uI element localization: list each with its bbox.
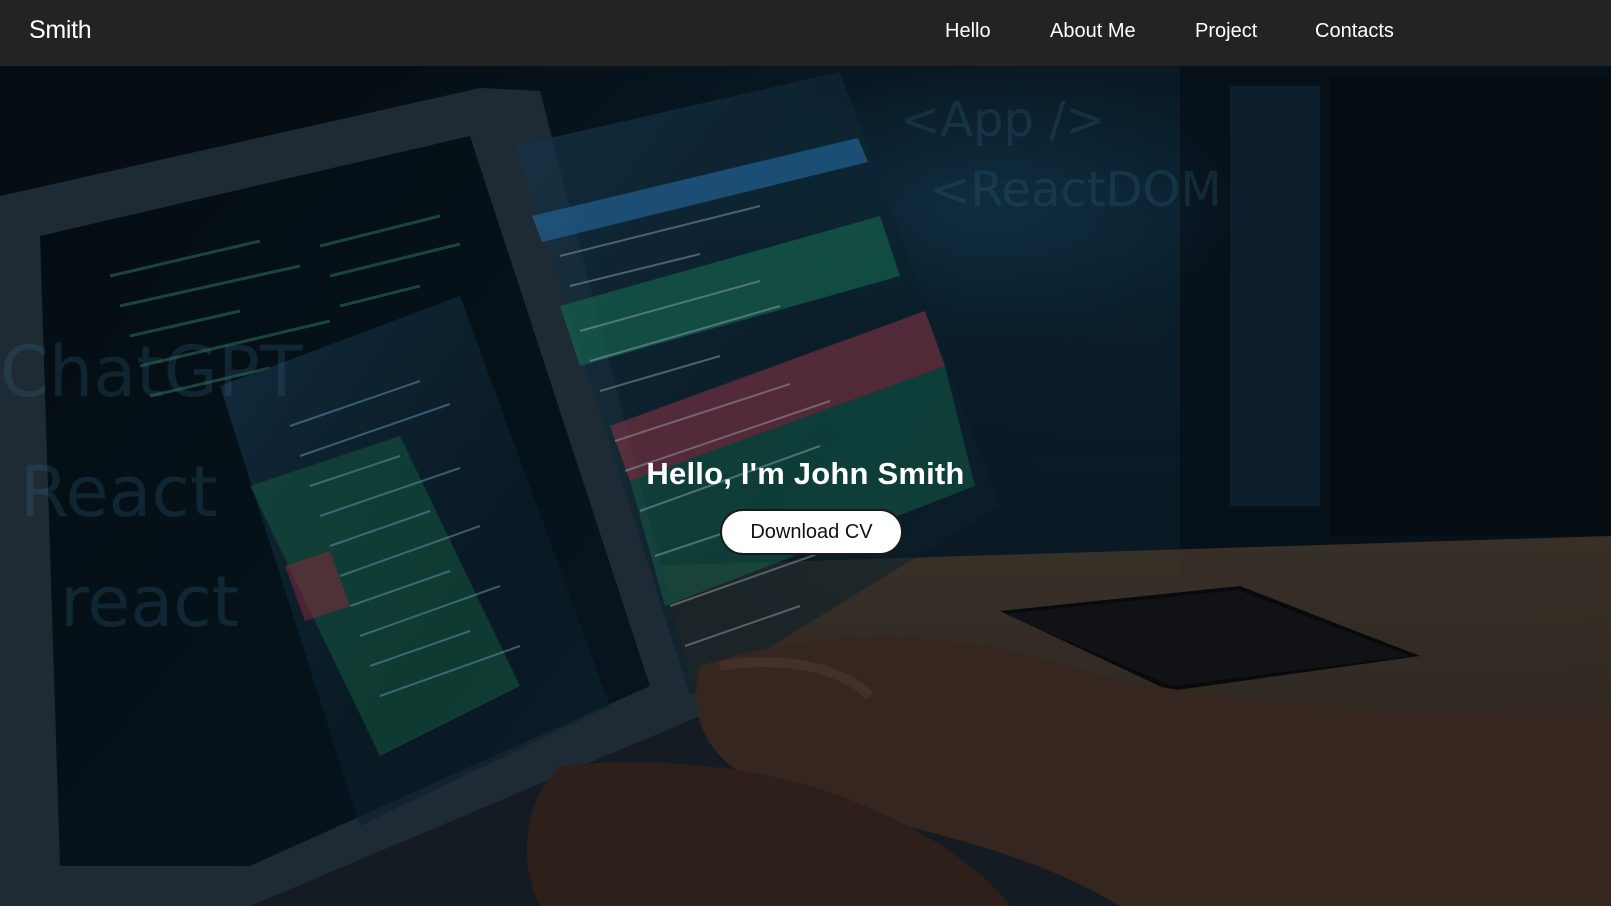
nav-link-contacts[interactable]: Contacts xyxy=(1315,20,1394,43)
nav-link-about-me[interactable]: About Me xyxy=(1050,20,1136,43)
hero-title: Hello, I'm John Smith xyxy=(646,456,965,491)
nav-link-project[interactable]: Project xyxy=(1195,20,1257,43)
top-navbar: Smith Hello About Me Project Contacts xyxy=(0,0,1611,66)
hero-section: ChatGPT React react <App /> <ReactDOM He… xyxy=(0,66,1611,906)
download-cv-button[interactable]: Download CV xyxy=(720,509,903,555)
nav-links: Hello About Me Project Contacts xyxy=(0,20,1611,46)
hero-content: Hello, I'm John Smith Download CV xyxy=(0,456,1611,566)
nav-link-hello[interactable]: Hello xyxy=(945,20,991,43)
